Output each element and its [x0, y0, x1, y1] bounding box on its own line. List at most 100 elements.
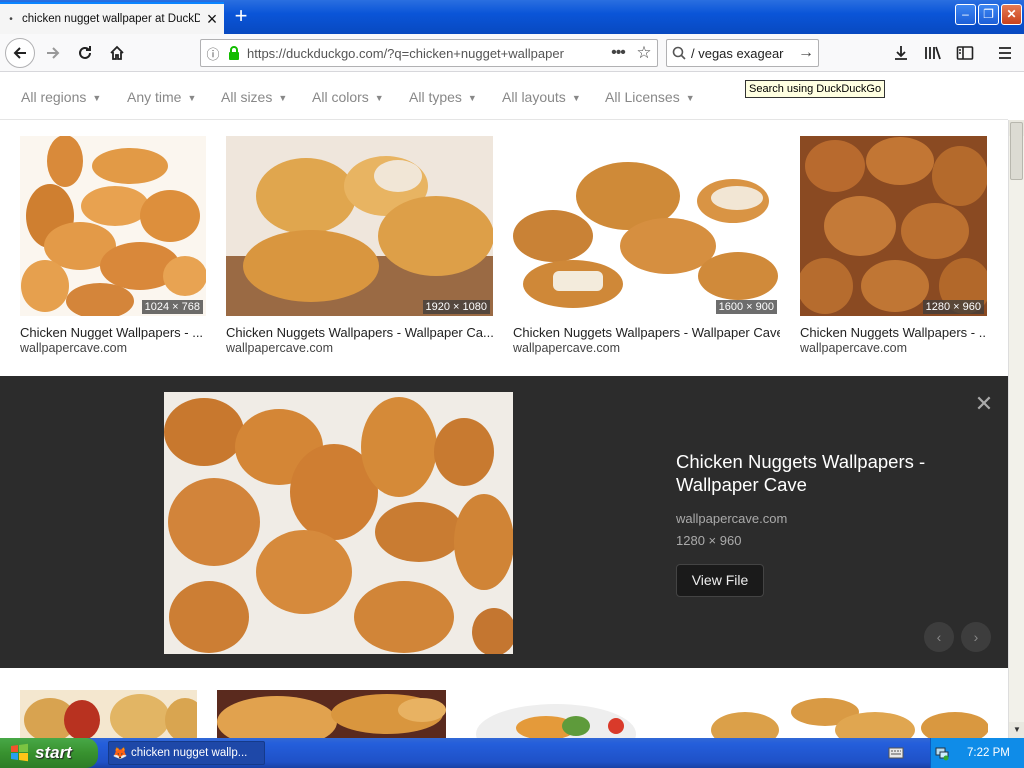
caret-down-icon: ▼ — [187, 93, 197, 103]
page-scrollbar[interactable]: ▲ ▼ — [1008, 120, 1024, 738]
reload-button[interactable] — [70, 38, 100, 68]
result-source[interactable]: wallpapercave.com — [513, 341, 780, 355]
hamburger-menu-icon[interactable] — [994, 43, 1016, 63]
result-source[interactable]: wallpapercave.com — [226, 341, 493, 355]
windows-taskbar: start 🦊 chicken nugget wallp... 7:22 PM — [0, 738, 1024, 768]
search-icon — [667, 46, 691, 60]
home-button[interactable] — [102, 38, 132, 68]
minimize-button[interactable]: – — [955, 4, 976, 25]
detail-dimensions: 1280 × 960 — [676, 533, 742, 548]
image-result[interactable] — [665, 690, 988, 738]
image-dimensions: 1024 × 768 — [141, 300, 203, 314]
tab-active[interactable]: • chicken nugget wallpaper at DuckD × — [0, 2, 224, 34]
result-source[interactable]: wallpapercave.com — [800, 341, 987, 355]
filter-types[interactable]: All types ▼ — [409, 89, 477, 105]
browser-titlebar: • chicken nugget wallpaper at DuckD × + … — [0, 0, 1024, 34]
new-tab-button[interactable]: + — [230, 4, 252, 28]
network-icon[interactable] — [931, 745, 953, 761]
keyboard-icon[interactable] — [888, 746, 904, 763]
filter-label: All types — [409, 89, 462, 105]
result-title[interactable]: Chicken Nuggets Wallpapers - Wallpaper C… — [226, 325, 493, 340]
image-dimensions: 1920 × 1080 — [422, 300, 490, 314]
back-button[interactable] — [5, 38, 35, 68]
forward-button[interactable] — [38, 38, 68, 68]
tab-loading-dot: • — [9, 13, 13, 25]
search-input[interactable]: / vegas exagear — [691, 46, 794, 61]
previous-image-button[interactable]: ‹ — [924, 622, 954, 652]
back-arrow-icon — [13, 47, 26, 59]
bookmark-star-icon[interactable]: ☆ — [631, 43, 657, 63]
result-source[interactable]: wallpapercave.com — [20, 341, 206, 355]
result-title[interactable]: Chicken Nuggets Wallpapers - ... — [800, 325, 987, 340]
tab-close-icon[interactable]: × — [200, 9, 224, 30]
windows-logo-icon — [11, 743, 28, 762]
search-tooltip: Search using DuckDuckGo — [745, 80, 886, 98]
filter-label: All sizes — [221, 89, 273, 105]
caret-down-icon: ▼ — [467, 93, 477, 103]
search-go-arrow-icon[interactable]: → — [794, 44, 818, 62]
image-result[interactable]: 1920 × 1080 Chicken Nuggets Wallpapers -… — [226, 136, 493, 355]
scroll-down-arrow-icon[interactable]: ▼ — [1009, 722, 1024, 738]
filter-regions[interactable]: All regions ▼ — [21, 89, 101, 105]
filter-label: Any time — [127, 89, 182, 105]
caret-down-icon: ▼ — [278, 93, 288, 103]
result-thumbnail[interactable]: 1600 × 900 — [513, 136, 780, 316]
forward-arrow-icon — [47, 47, 60, 59]
start-button[interactable]: start — [0, 738, 98, 768]
caret-down-icon: ▼ — [92, 93, 102, 103]
image-result[interactable]: 1600 × 900 Chicken Nuggets Wallpapers - … — [513, 136, 780, 355]
downloads-icon[interactable] — [890, 43, 912, 63]
image-dimensions: 1280 × 960 — [922, 300, 984, 314]
detail-source[interactable]: wallpapercave.com — [676, 511, 787, 526]
detail-title: Chicken Nuggets Wallpapers - Wallpaper C… — [676, 451, 926, 495]
image-result[interactable] — [466, 690, 645, 738]
taskbar-item-label: chicken nugget wallp... — [131, 747, 248, 759]
clock[interactable]: 7:22 PM — [967, 747, 1010, 759]
next-image-button[interactable]: › — [961, 622, 991, 652]
image-result[interactable] — [20, 690, 197, 738]
image-result[interactable]: 1024 × 768 Chicken Nugget Wallpapers - .… — [20, 136, 206, 355]
filter-licenses[interactable]: All Licenses ▼ — [605, 89, 695, 105]
caret-down-icon: ▼ — [685, 93, 695, 103]
url-text[interactable]: https://duckduckgo.com/?q=chicken+nugget… — [243, 46, 605, 61]
navigation-toolbar: ⓘ https://duckduckgo.com/?q=chicken+nugg… — [0, 34, 1024, 72]
firefox-icon: 🦊 — [112, 746, 128, 760]
maximize-button[interactable]: ❐ — [978, 4, 999, 25]
image-result[interactable]: 1280 × 960 Chicken Nuggets Wallpapers - … — [800, 136, 987, 355]
image-detail-panel: Chicken Nuggets Wallpapers - Wallpaper C… — [0, 376, 1008, 668]
filter-label: All layouts — [502, 89, 566, 105]
system-tray: 7:22 PM — [930, 738, 1024, 768]
detail-image[interactable] — [164, 392, 513, 654]
search-bar[interactable]: / vegas exagear → — [666, 39, 819, 67]
filter-time[interactable]: Any time ▼ — [127, 89, 196, 105]
result-thumbnail[interactable]: 1280 × 960 — [800, 136, 987, 316]
taskbar-firefox-item[interactable]: 🦊 chicken nugget wallp... — [108, 741, 265, 765]
caret-down-icon: ▼ — [571, 93, 581, 103]
filter-colors[interactable]: All colors ▼ — [312, 89, 384, 105]
filter-label: All regions — [21, 89, 87, 105]
close-icon[interactable]: ✕ — [974, 393, 994, 415]
start-label: start — [35, 743, 72, 762]
result-thumbnail[interactable]: 1920 × 1080 — [226, 136, 493, 316]
view-file-button[interactable]: View File — [676, 564, 764, 597]
filter-label: All Licenses — [605, 89, 680, 105]
tab-title: chicken nugget wallpaper at DuckD — [22, 13, 200, 25]
page-actions-icon[interactable]: ••• — [605, 44, 631, 62]
result-title[interactable]: Chicken Nuggets Wallpapers - Wallpaper C… — [513, 325, 780, 340]
result-title[interactable]: Chicken Nugget Wallpapers - ... — [20, 325, 206, 340]
image-result[interactable] — [217, 690, 446, 738]
lock-icon[interactable] — [225, 46, 243, 60]
library-icon[interactable] — [922, 43, 944, 63]
caret-down-icon: ▼ — [374, 93, 384, 103]
reload-icon — [79, 46, 91, 59]
filter-layouts[interactable]: All layouts ▼ — [502, 89, 581, 105]
sidebar-icon[interactable] — [954, 43, 976, 63]
scroll-thumb[interactable] — [1010, 122, 1023, 180]
window-close-button[interactable]: ✕ — [1001, 4, 1022, 25]
home-icon — [110, 45, 124, 60]
filter-sizes[interactable]: All sizes ▼ — [221, 89, 287, 105]
address-bar[interactable]: ⓘ https://duckduckgo.com/?q=chicken+nugg… — [200, 39, 658, 67]
filter-label: All colors — [312, 89, 369, 105]
result-thumbnail[interactable]: 1024 × 768 — [20, 136, 206, 316]
info-icon[interactable]: ⓘ — [201, 44, 225, 63]
